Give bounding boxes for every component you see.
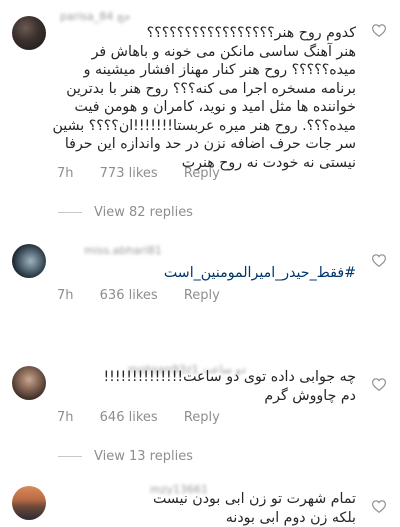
- comment-text: تمام شهرت تو زن ابی بودن نیست بلکه زن دو…: [153, 490, 356, 527]
- avatar[interactable]: [12, 486, 46, 520]
- comment-line: میده؟؟؟؟؟ روح هنر کنار مهناز افشار میشین…: [53, 61, 357, 80]
- heart-outline-icon[interactable]: [372, 24, 386, 37]
- timestamp: 7h: [57, 166, 74, 181]
- like-count[interactable]: 636 likes: [100, 288, 158, 303]
- comment-meta: 7h 646 likes Reply: [57, 410, 242, 425]
- heart-outline-icon[interactable]: [372, 378, 386, 391]
- heart-outline-icon[interactable]: [372, 500, 386, 513]
- comment-line: هنر آهنگ ساسی مانکن می خونه و باهاش فر: [53, 43, 357, 62]
- like-count[interactable]: 773 likes: [100, 166, 158, 181]
- view-replies-label: View 82 replies: [94, 205, 193, 220]
- reply-button[interactable]: Reply: [184, 288, 220, 303]
- comment-meta: 7h 636 likes Reply: [57, 288, 242, 303]
- comment-text: کدوم روح هنر؟؟؟؟؟؟؟؟؟؟؟؟؟؟؟؟؟ هنر آهنگ س…: [53, 24, 357, 172]
- comment-text: چه جوابی داده توی دو ساعت!!!!!!!!!!!!!! …: [103, 368, 356, 405]
- comment-line: دم چاووش گرم: [103, 387, 356, 406]
- like-count[interactable]: 646 likes: [100, 410, 158, 425]
- comment-text: #فقط_حیدر_امیرالمومنین_است: [164, 264, 356, 283]
- divider: [58, 456, 82, 457]
- username[interactable]: parisa_84 حج: [60, 10, 131, 23]
- timestamp: 7h: [57, 410, 74, 425]
- heart-outline-icon[interactable]: [372, 254, 386, 267]
- username[interactable]: miss.abhari81: [84, 244, 162, 257]
- comment-line: کدوم روح هنر؟؟؟؟؟؟؟؟؟؟؟؟؟؟؟؟؟: [53, 24, 357, 43]
- comment-line: تمام شهرت تو زن ابی بودن نیست: [153, 490, 356, 509]
- divider: [58, 212, 82, 213]
- avatar[interactable]: [12, 244, 46, 278]
- comment-line: چه جوابی داده توی دو ساعت!!!!!!!!!!!!!!: [103, 368, 356, 387]
- view-replies-button[interactable]: View 13 replies: [58, 449, 193, 464]
- reply-button[interactable]: Reply: [184, 166, 220, 181]
- comment-line: میده؟؟؟. روح هنر میره عربستا!!!!!!!ان؟؟؟…: [53, 117, 357, 136]
- timestamp: 7h: [57, 288, 74, 303]
- avatar[interactable]: [12, 16, 46, 50]
- view-replies-label: View 13 replies: [94, 449, 193, 464]
- comment-line: سر جات حرف اضافه نزن در حد واندازه این ح…: [53, 135, 357, 154]
- view-replies-button[interactable]: View 82 replies: [58, 205, 193, 220]
- comment-line: بلکه زن دوم ابی بودنه: [153, 509, 356, 527]
- reply-button[interactable]: Reply: [184, 410, 220, 425]
- hashtag-link[interactable]: #فقط_حیدر_امیرالمومنین_است: [164, 264, 356, 283]
- avatar[interactable]: [12, 366, 46, 400]
- comment-meta: 7h 773 likes Reply: [57, 166, 242, 181]
- comment-line: برنامه مسخره اجرا می کنه؟؟؟ روح هنر با ب…: [53, 80, 357, 99]
- comment-line: خواننده ها مثل امید و نوید، کامران و هوم…: [53, 98, 357, 117]
